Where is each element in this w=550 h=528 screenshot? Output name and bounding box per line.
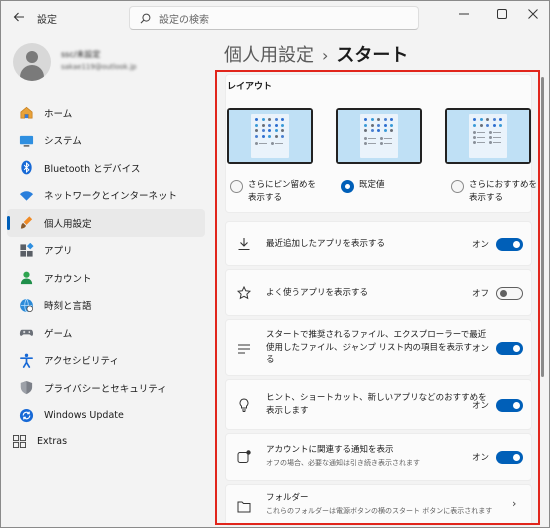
sidebar-item-label: アクセシビリティ [44,356,119,368]
minimize-icon [459,13,469,15]
windows-update-icon [18,407,34,423]
time-language-icon [18,297,34,313]
sidebar-item-label: Windows Update [44,409,124,421]
avatar [13,43,51,81]
sidebar-item-label: 個人用設定 [44,218,92,230]
sidebar-item-label: ゲーム [44,328,73,340]
sidebar-item-system[interactable]: システム [7,127,205,155]
bluetooth-icon [18,160,34,176]
privacy-icon [18,380,34,396]
sidebar-item-bluetooth[interactable]: Bluetooth とデバイス [7,154,205,182]
sidebar-item-label: アカウント [44,273,92,285]
sidebar-item-label: Extras [37,435,68,447]
sidebar-item-gaming[interactable]: ゲーム [7,319,205,347]
profile-name: ssc/未設定 [61,50,101,59]
sidebar-item-windows-update[interactable]: Windows Update [7,402,205,430]
sidebar-item-personalization[interactable]: 個人用設定 [7,209,205,237]
breadcrumb-parent[interactable]: 個人用設定 [224,45,314,66]
system-icon [18,132,34,148]
scrollbar[interactable] [541,77,544,377]
minimize-button[interactable] [447,3,481,25]
sidebar-item-accounts[interactable]: アカウント [7,264,205,292]
search-icon [140,13,151,24]
breadcrumb: 個人用設定 › スタート [224,41,408,67]
settings-window: 設定 設定の検索 ssc/未設定 sakae119@outlook.jp ホーム… [0,0,550,528]
title-bar: 設定 設定の検索 [1,1,549,35]
accessibility-icon [18,352,34,368]
back-arrow-icon [13,12,24,22]
app-title: 設定 [37,15,57,26]
close-icon [528,9,538,19]
back-button[interactable] [9,7,29,27]
sidebar-item-extras[interactable]: Extras [7,430,67,452]
apps-icon [18,242,34,258]
gaming-icon [18,325,34,341]
search-placeholder: 設定の検索 [159,15,209,26]
sidebar-item-label: プライバシーとセキュリティ [44,383,167,395]
sidebar-item-apps[interactable]: アプリ [7,237,205,265]
sidebar-item-accessibility[interactable]: アクセシビリティ [7,347,205,375]
sidebar-item-label: 時刻と言語 [44,301,92,313]
sidebar-item-label: アプリ [44,246,73,258]
page-title: スタート [336,45,409,66]
user-profile[interactable]: ssc/未設定 sakae119@outlook.jp [13,43,203,83]
sidebar-item-label: Bluetooth とデバイス [44,163,141,175]
sidebar-item-privacy[interactable]: プライバシーとセキュリティ [7,374,205,402]
sidebar-item-network[interactable]: ネットワークとインターネット [7,182,205,210]
sidebar-item-label: ネットワークとインターネット [44,191,178,203]
account-icon [18,270,34,286]
personalization-icon [18,215,34,231]
search-box[interactable]: 設定の検索 [129,6,419,30]
home-icon [18,105,34,121]
sidebar-item-home[interactable]: ホーム [7,99,205,127]
network-icon [18,187,34,203]
sidebar-item-label: システム [44,136,82,148]
maximize-button[interactable] [485,3,519,25]
sidebar-item-label: ホーム [44,108,73,120]
breadcrumb-separator: › [322,46,329,65]
profile-email: sakae119@outlook.jp [61,63,137,71]
highlight-frame [215,70,540,525]
maximize-icon [497,9,507,19]
sidebar-item-time-language[interactable]: 時刻と言語 [7,292,205,320]
close-button[interactable] [516,3,549,25]
extras-icon [11,433,27,449]
sidebar-nav: ホーム システム Bluetooth とデバイス ネットワークとインターネット … [7,99,205,429]
